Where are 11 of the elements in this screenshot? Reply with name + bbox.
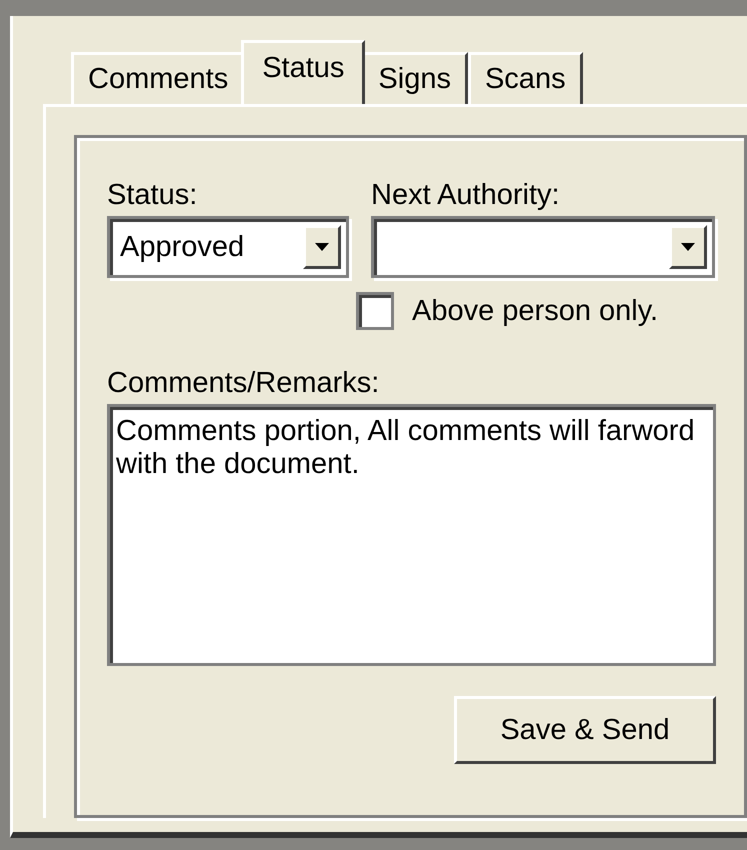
checkbox[interactable] <box>356 292 394 330</box>
status-label: Status: <box>107 178 198 212</box>
tab[interactable]: Status <box>241 40 366 104</box>
remarks-label: Comments/Remarks: <box>107 366 380 400</box>
tab[interactable]: Scans <box>468 52 583 104</box>
save-send-button[interactable]: Save & Send <box>454 696 716 764</box>
next-authority-dropdown[interactable] <box>371 216 715 278</box>
remarks-field[interactable]: Comments portion, All comments will farword with the document. <box>107 404 716 666</box>
checkbox-label: Above person only. <box>412 294 658 328</box>
status-dropdown[interactable]: Approved <box>107 216 349 278</box>
next-authority-label: Next Authority: <box>371 178 561 212</box>
